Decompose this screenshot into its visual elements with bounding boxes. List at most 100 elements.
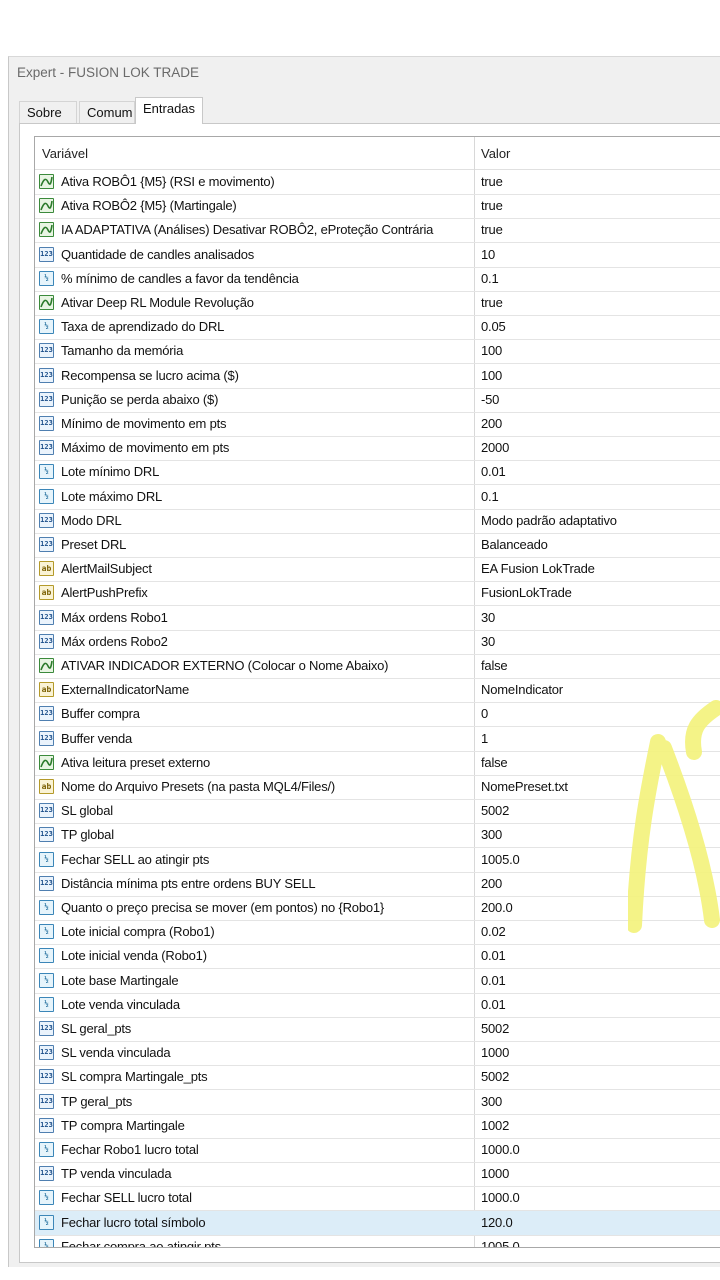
- table-row[interactable]: 123 Máx ordens Robo1 30: [35, 606, 720, 631]
- param-name: Máximo de movimento em pts: [61, 440, 230, 456]
- table-row[interactable]: ½ Lote inicial compra (Robo1) 0.02: [35, 920, 720, 946]
- table-row[interactable]: 123 Máximo de movimento em pts 2000: [35, 436, 720, 462]
- table-row[interactable]: 123 TP global 300: [35, 823, 720, 849]
- table-row[interactable]: ab Nome do Arquivo Presets (na pasta MQL4…: [35, 775, 720, 800]
- param-value[interactable]: Modo padrão adaptativo: [481, 513, 617, 528]
- table-row[interactable]: ½ Fechar SELL lucro total 1000.0: [35, 1186, 720, 1212]
- table-row[interactable]: IA ADAPTATIVA (Análises) Desativar ROBÔ2…: [35, 218, 720, 244]
- table-row[interactable]: 123 Punição se perda abaixo ($) -50: [35, 388, 720, 413]
- param-value[interactable]: 200.0: [481, 900, 513, 915]
- param-value[interactable]: 0.1: [481, 271, 499, 286]
- param-value[interactable]: 100: [481, 368, 502, 383]
- table-row[interactable]: 123 SL geral_pts 5002: [35, 1017, 720, 1042]
- table-row[interactable]: ½ Taxa de aprendizado do DRL 0.05: [35, 315, 720, 341]
- param-value[interactable]: 300: [481, 1094, 502, 1109]
- table-row[interactable]: ½ Fechar SELL ao atingir pts 1005.0: [35, 848, 720, 873]
- table-row-partial[interactable]: ½ Fechar compra ao atingir pts 1005.0: [35, 1235, 720, 1247]
- param-value[interactable]: 1005.0: [481, 852, 520, 867]
- table-row[interactable]: ½ Lote base Martingale 0.01: [35, 969, 720, 994]
- table-row[interactable]: ½ Lote inicial venda (Robo1) 0.01: [35, 944, 720, 970]
- table-row[interactable]: 123 SL venda vinculada 1000: [35, 1041, 720, 1067]
- table-row[interactable]: ab AlertMailSubject EA Fusion LokTrade: [35, 557, 720, 583]
- param-value[interactable]: 300: [481, 827, 502, 842]
- param-value[interactable]: 30: [481, 610, 495, 625]
- param-value[interactable]: 200: [481, 416, 502, 431]
- param-value[interactable]: 0.01: [481, 464, 506, 479]
- param-value[interactable]: 0.01: [481, 973, 506, 988]
- param-value[interactable]: NomePreset.txt: [481, 779, 568, 794]
- param-value[interactable]: false: [481, 658, 508, 673]
- column-header-value[interactable]: Valor: [481, 146, 510, 161]
- table-row[interactable]: 123 TP geral_pts 300: [35, 1090, 720, 1115]
- param-value[interactable]: EA Fusion LokTrade: [481, 561, 595, 576]
- param-value[interactable]: 10: [481, 247, 495, 262]
- table-row[interactable]: ½ Lote máximo DRL 0.1: [35, 485, 720, 510]
- param-value[interactable]: 1000.0: [481, 1142, 520, 1157]
- table-row[interactable]: 123 Buffer venda 1: [35, 727, 720, 752]
- table-row[interactable]: 123 SL global 5002: [35, 799, 720, 825]
- table-row[interactable]: 123 Modo DRL Modo padrão adaptativo: [35, 509, 720, 534]
- table-row[interactable]: Ativa ROBÔ2 {M5} (Martingale) true: [35, 194, 720, 220]
- table-row[interactable]: 123 Preset DRL Balanceado: [35, 533, 720, 558]
- table-row[interactable]: ab AlertPushPrefix FusionLokTrade: [35, 581, 720, 607]
- table-row[interactable]: 123 Quantidade de candles analisados 10: [35, 243, 720, 268]
- param-value[interactable]: 0.1: [481, 489, 499, 504]
- param-value[interactable]: -50: [481, 392, 499, 407]
- tab-entradas[interactable]: Entradas: [135, 97, 203, 124]
- table-row[interactable]: Ativar Deep RL Module Revolução true: [35, 291, 720, 316]
- table-row[interactable]: 123 Buffer compra 0: [35, 702, 720, 728]
- param-value[interactable]: 1002: [481, 1118, 509, 1133]
- table-row[interactable]: ½ Quanto o preço precisa se mover (em pon…: [35, 896, 720, 921]
- param-value[interactable]: 5002: [481, 1021, 509, 1036]
- table-row[interactable]: Ativa leitura preset externo false: [35, 751, 720, 776]
- param-value[interactable]: 100: [481, 343, 502, 358]
- param-value[interactable]: 30: [481, 634, 495, 649]
- table-row[interactable]: 123 Distância mínima pts entre ordens BUY…: [35, 872, 720, 897]
- table-row[interactable]: Ativa ROBÔ1 {M5} (RSI e movimento) true: [35, 170, 720, 195]
- table-row[interactable]: ½ Lote mínimo DRL 0.01: [35, 460, 720, 486]
- table-row[interactable]: ab ExternalIndicatorName NomeIndicator: [35, 678, 720, 704]
- table-row[interactable]: 123 Tamanho da memória 100: [35, 339, 720, 365]
- table-row[interactable]: 123 SL compra Martingale_pts 5002: [35, 1065, 720, 1091]
- table-row[interactable]: ½ Fechar Robo1 lucro total 1000.0: [35, 1138, 720, 1163]
- param-value[interactable]: true: [481, 198, 503, 213]
- param-value[interactable]: true: [481, 174, 503, 189]
- param-value[interactable]: 5002: [481, 803, 509, 818]
- column-header-variable[interactable]: Variável: [42, 146, 88, 161]
- param-value[interactable]: 120.0: [481, 1215, 513, 1230]
- param-value[interactable]: 5002: [481, 1069, 509, 1084]
- param-value[interactable]: true: [481, 222, 503, 237]
- table-row[interactable]: 123 TP venda vinculada 1000: [35, 1162, 720, 1188]
- tab-comum[interactable]: Comum: [79, 101, 135, 123]
- table-row[interactable]: 123 Máx ordens Robo2 30: [35, 630, 720, 655]
- param-value[interactable]: true: [481, 295, 503, 310]
- table-row[interactable]: 123 Recompensa se lucro acima ($) 100: [35, 364, 720, 389]
- param-value[interactable]: FusionLokTrade: [481, 585, 572, 600]
- param-value[interactable]: 1000.0: [481, 1190, 520, 1205]
- param-name: Lote inicial venda (Robo1): [61, 948, 207, 964]
- param-value[interactable]: 0.01: [481, 997, 506, 1012]
- param-value[interactable]: 2000: [481, 440, 509, 455]
- param-value[interactable]: 1005.0: [481, 1239, 520, 1247]
- param-name: Fechar SELL ao atingir pts: [61, 851, 210, 867]
- param-name: Buffer venda: [61, 730, 133, 746]
- table-row[interactable]: ATIVAR INDICADOR EXTERNO (Colocar o Nome…: [35, 654, 720, 679]
- table-row[interactable]: 123 TP compra Martingale 1002: [35, 1114, 720, 1139]
- param-value[interactable]: NomeIndicator: [481, 682, 563, 697]
- table-row[interactable]: ½ % mínimo de candles a favor da tendênci…: [35, 267, 720, 292]
- param-value[interactable]: 0.02: [481, 924, 506, 939]
- param-value[interactable]: 200: [481, 876, 502, 891]
- table-row[interactable]: ½ Fechar lucro total símbolo 120.0: [35, 1210, 720, 1236]
- param-value[interactable]: 0: [481, 706, 488, 721]
- tab-sobre[interactable]: Sobre: [19, 101, 77, 123]
- param-value[interactable]: 1000: [481, 1045, 509, 1060]
- param-value[interactable]: 0.05: [481, 319, 506, 334]
- param-value[interactable]: 1: [481, 731, 488, 746]
- param-value[interactable]: 0.01: [481, 948, 506, 963]
- param-value[interactable]: false: [481, 755, 508, 770]
- table-row[interactable]: ½ Lote venda vinculada 0.01: [35, 993, 720, 1018]
- param-value[interactable]: 1000: [481, 1166, 509, 1181]
- param-value[interactable]: Balanceado: [481, 537, 548, 552]
- double-param-icon: ½: [39, 1190, 54, 1206]
- table-row[interactable]: 123 Mínimo de movimento em pts 200: [35, 412, 720, 437]
